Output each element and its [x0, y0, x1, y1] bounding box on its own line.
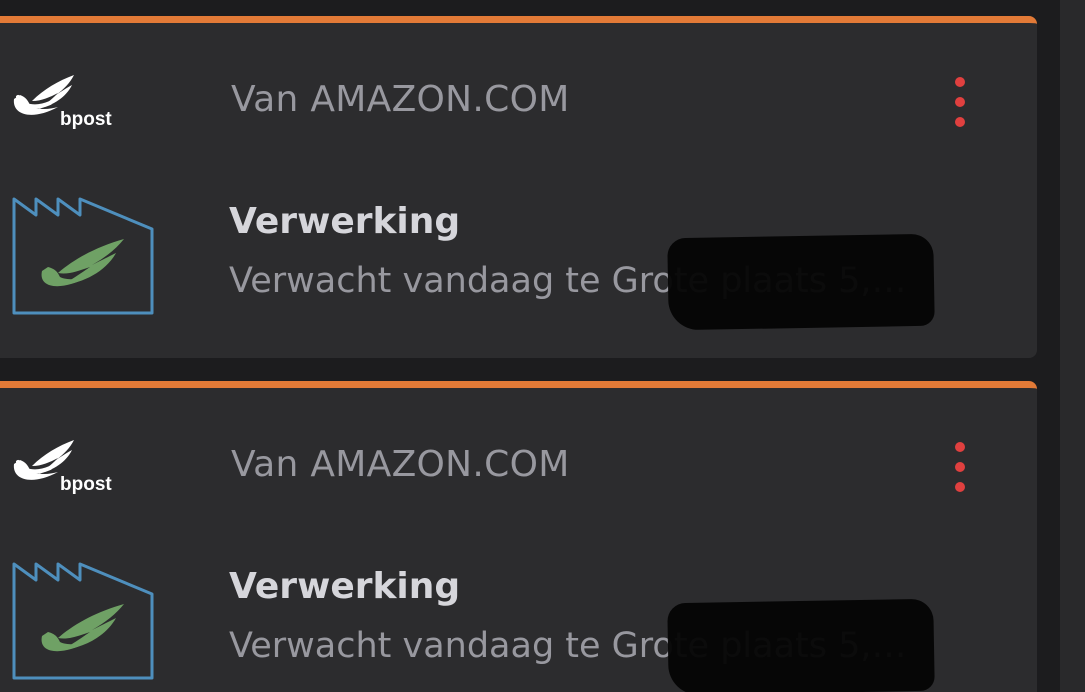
bpost-wordmark: bpost: [60, 474, 112, 494]
redaction-mark: [667, 233, 935, 331]
factory-icon: [12, 197, 154, 315]
shipment-card[interactable]: bpost Van AMAZON.COM Verwerking Verwacht…: [0, 381, 1037, 692]
more-options-button[interactable]: [944, 438, 976, 496]
sender-name: Van AMAZON.COM: [231, 444, 570, 485]
bpost-logo-icon: bpost: [13, 440, 112, 494]
shipments-page: bpost Van AMAZON.COM Verwerking Verwacht…: [0, 0, 1085, 692]
bpost-logo-icon: bpost: [13, 75, 112, 129]
bpost-wordmark: bpost: [60, 109, 112, 129]
status-title: Verwerking: [229, 201, 461, 242]
more-options-button[interactable]: [944, 73, 976, 131]
status-title: Verwerking: [229, 566, 461, 607]
redaction-mark: [667, 598, 935, 692]
factory-icon: [12, 562, 154, 680]
sender-name: Van AMAZON.COM: [231, 79, 570, 120]
shipment-card[interactable]: bpost Van AMAZON.COM Verwerking Verwacht…: [0, 16, 1037, 358]
right-edge-panel: [1060, 0, 1085, 692]
